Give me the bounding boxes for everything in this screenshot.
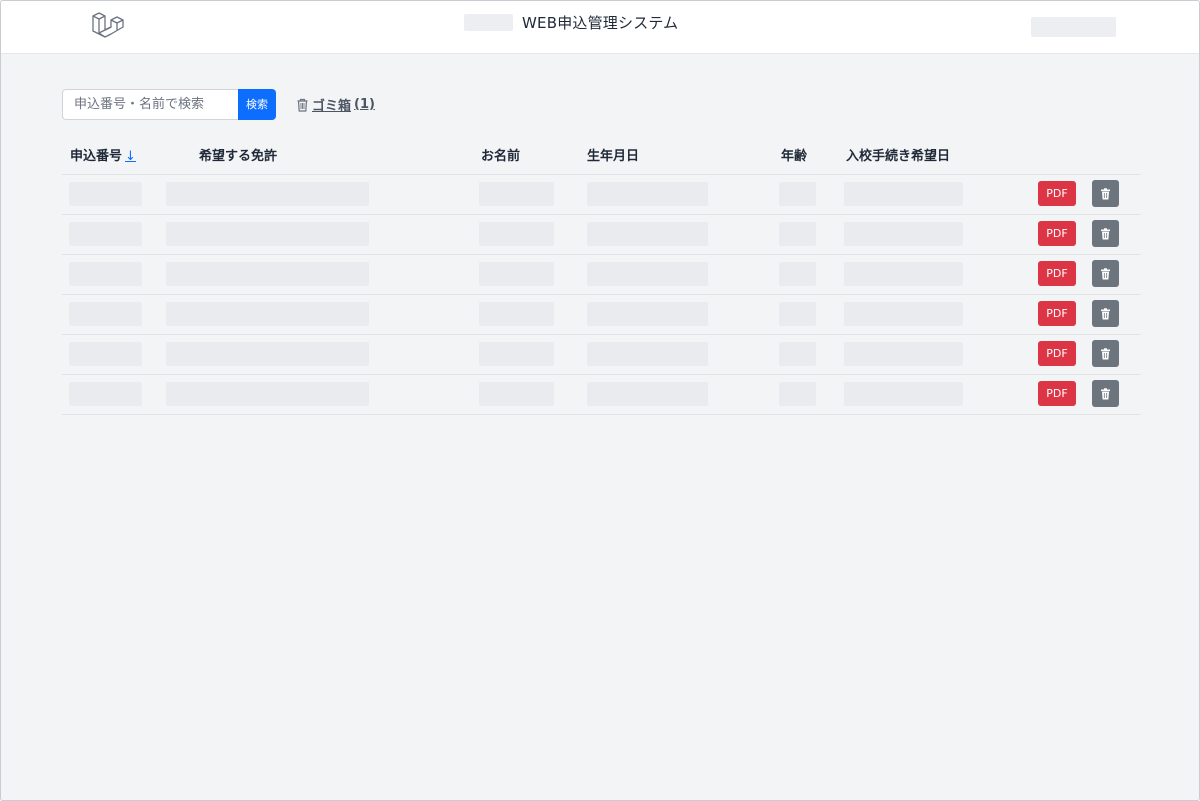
pdf-button[interactable]: PDF <box>1038 381 1076 406</box>
delete-button[interactable] <box>1092 180 1119 207</box>
pdf-button[interactable]: PDF <box>1038 181 1076 206</box>
laravel-logo-icon[interactable] <box>90 10 124 44</box>
trash-icon <box>1101 187 1110 199</box>
delete-button[interactable] <box>1092 260 1119 287</box>
column-header-enrollment-date: 入校手続き希望日 <box>846 149 951 164</box>
cell-name <box>479 342 554 366</box>
cell-birthdate <box>587 302 708 326</box>
delete-button[interactable] <box>1092 220 1119 247</box>
cell-license <box>166 262 369 286</box>
page-title: WEB申込管理システム <box>522 14 679 32</box>
cell-application-number <box>69 182 142 206</box>
app-window: WEB申込管理システム 検索 ゴミ箱 (1) 申込番号↓ 希望する免許 お名前 … <box>0 0 1200 801</box>
cell-application-number <box>69 262 142 286</box>
trash-icon <box>1101 347 1110 359</box>
trash-link[interactable]: ゴミ箱 (1) <box>296 95 375 114</box>
cell-name <box>479 262 554 286</box>
cell-age <box>779 302 816 326</box>
cell-birthdate <box>587 262 708 286</box>
cell-name <box>479 222 554 246</box>
column-header-birthdate: 生年月日 <box>587 149 640 164</box>
delete-button[interactable] <box>1092 300 1119 327</box>
cell-age <box>779 342 816 366</box>
cell-birthdate <box>587 222 708 246</box>
trash-icon <box>1101 307 1110 319</box>
cell-enrollment-date <box>844 302 963 326</box>
trash-icon <box>1101 227 1110 239</box>
trash-count: (1) <box>354 97 375 112</box>
cell-birthdate <box>587 342 708 366</box>
cell-age <box>779 382 816 406</box>
cell-application-number <box>69 222 142 246</box>
cell-enrollment-date <box>844 222 963 246</box>
delete-button[interactable] <box>1092 380 1119 407</box>
row-divider <box>62 254 1140 255</box>
trash-icon <box>1101 387 1110 399</box>
pdf-button[interactable]: PDF <box>1038 301 1076 326</box>
cell-application-number <box>69 342 142 366</box>
cell-enrollment-date <box>844 342 963 366</box>
column-header-age: 年齢 <box>781 149 808 164</box>
cell-age <box>779 182 816 206</box>
cell-license <box>166 222 369 246</box>
pdf-button[interactable]: PDF <box>1038 341 1076 366</box>
cell-application-number <box>69 382 142 406</box>
cell-license <box>166 342 369 366</box>
row-divider <box>62 214 1140 215</box>
row-divider <box>62 294 1140 295</box>
cell-license <box>166 182 369 206</box>
pdf-button[interactable]: PDF <box>1038 261 1076 286</box>
table-header-divider <box>62 174 1140 175</box>
cell-enrollment-date <box>844 182 963 206</box>
user-menu-placeholder[interactable] <box>1031 17 1116 37</box>
cell-birthdate <box>587 182 708 206</box>
trash-label: ゴミ箱 <box>312 99 352 114</box>
cell-license <box>166 382 369 406</box>
search-button[interactable]: 検索 <box>238 89 276 120</box>
column-header-application-number[interactable]: 申込番号 ↓ <box>70 149 136 165</box>
cell-license <box>166 302 369 326</box>
cell-enrollment-date <box>844 382 963 406</box>
top-navbar: WEB申込管理システム <box>1 1 1199 54</box>
cell-birthdate <box>587 382 708 406</box>
cell-name <box>479 382 554 406</box>
pdf-button[interactable]: PDF <box>1038 221 1076 246</box>
title-placeholder <box>464 14 513 31</box>
trash-icon <box>1101 267 1110 279</box>
cell-name <box>479 182 554 206</box>
search-input[interactable] <box>62 89 238 120</box>
row-divider <box>62 414 1140 415</box>
row-divider <box>62 334 1140 335</box>
cell-application-number <box>69 302 142 326</box>
cell-age <box>779 262 816 286</box>
row-divider <box>62 374 1140 375</box>
column-header-name: お名前 <box>481 149 521 164</box>
cell-name <box>479 302 554 326</box>
sort-desc-icon[interactable]: ↓ <box>125 149 136 164</box>
trash-icon <box>297 98 308 112</box>
delete-button[interactable] <box>1092 340 1119 367</box>
cell-age <box>779 222 816 246</box>
cell-enrollment-date <box>844 262 963 286</box>
column-header-license: 希望する免許 <box>199 149 278 164</box>
